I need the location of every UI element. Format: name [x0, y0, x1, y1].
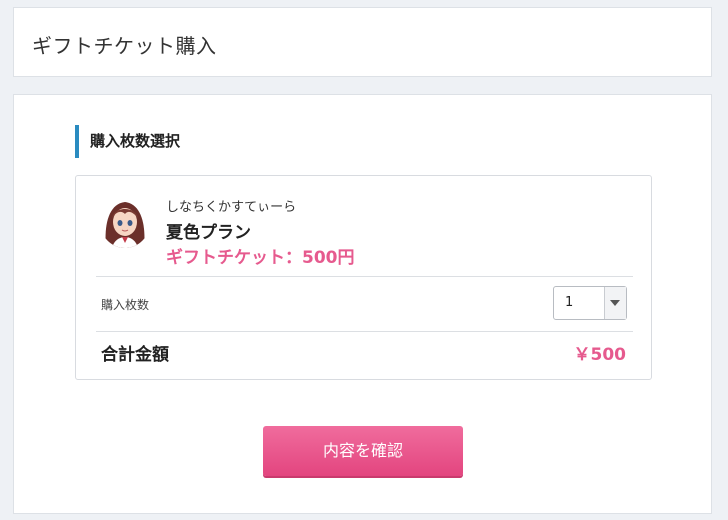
quantity-label: 購入枚数: [101, 298, 150, 312]
total-amount: ￥500: [573, 345, 627, 365]
purchase-panel: 購入枚数選択 しなちくかすてぃーら 夏色プラン ギフトチケット：500円 購入枚…: [13, 94, 712, 514]
divider: [96, 276, 633, 277]
quantity-select[interactable]: 1: [553, 286, 627, 320]
creator-name: しなちくかすてぃーら: [166, 200, 297, 215]
avatar-icon: [100, 196, 150, 248]
page-title: ギフトチケット購入: [32, 34, 217, 58]
ticket-price-label: ギフトチケット：500円: [166, 248, 355, 268]
page-header: ギフトチケット購入: [13, 7, 712, 77]
plan-item-box: しなちくかすてぃーら 夏色プラン ギフトチケット：500円 購入枚数 1 合計金…: [75, 175, 652, 380]
confirm-button[interactable]: 内容を確認: [263, 426, 463, 476]
total-label: 合計金額: [101, 345, 169, 365]
plan-name: 夏色プラン: [166, 223, 251, 243]
chevron-down-icon: [610, 300, 620, 306]
divider: [96, 331, 633, 332]
quantity-value: 1: [565, 295, 574, 310]
dropdown-toggle[interactable]: [604, 287, 626, 319]
section-heading: 購入枚数選択: [75, 125, 180, 158]
